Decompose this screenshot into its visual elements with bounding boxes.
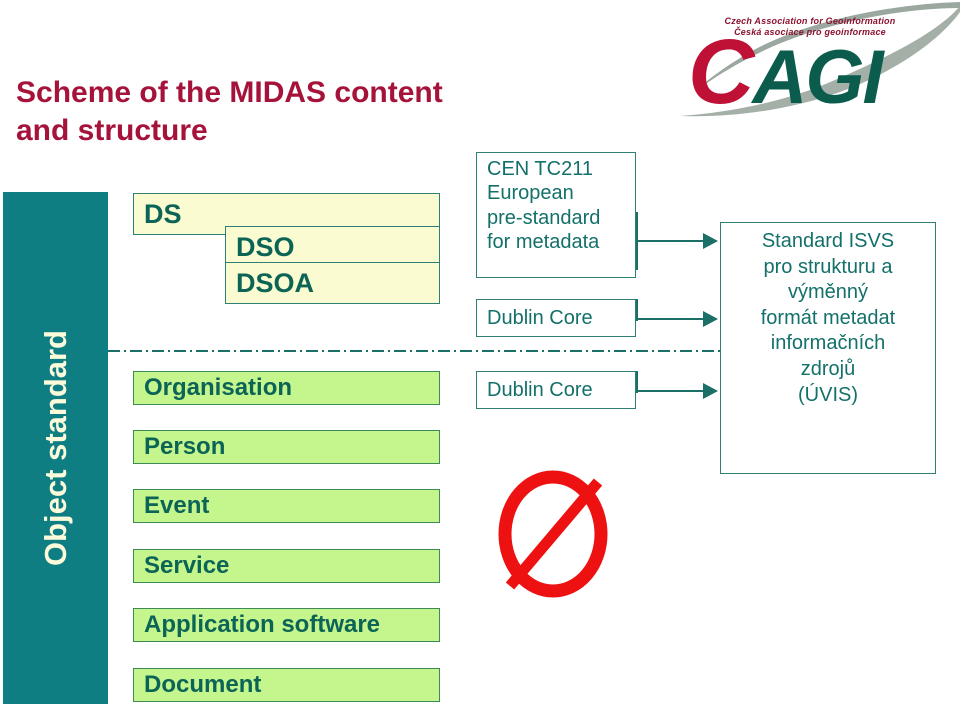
logo-wordmark: CAGI (688, 26, 884, 120)
target-box-line6: zdrojů (800, 357, 856, 380)
connector-arrowhead-2 (703, 311, 718, 327)
connector-arrowhead-1 (703, 233, 718, 249)
object-box-dso-label: DSO (236, 231, 295, 262)
object-box-dsoa-label: DSOA (236, 267, 315, 298)
object-box-application-software[interactable]: Application software (133, 608, 440, 642)
object-box-document-label: Document (144, 671, 262, 698)
object-box-person[interactable]: Person (133, 430, 440, 464)
target-box-line5: informačních (770, 332, 886, 355)
target-box-line4: formát metadat (760, 306, 896, 329)
object-box-document[interactable]: Document (133, 668, 440, 702)
target-box-line1: Standard ISVS (761, 230, 895, 252)
standard-box-cen-tc211-line1: CEN TC211 (487, 158, 593, 180)
object-box-organisation[interactable]: Organisation (133, 371, 440, 405)
connector-line-2 (636, 318, 704, 320)
target-box-line7: (ÚVIS) (798, 383, 858, 406)
standard-box-dublin-core-lower[interactable]: Dublin Core (476, 371, 636, 409)
object-box-service[interactable]: Service (133, 549, 440, 583)
target-box-line3: výměnný (787, 281, 869, 304)
object-box-organisation-label: Organisation (144, 374, 293, 401)
standard-box-cen-tc211-line2: European (487, 182, 574, 205)
connector-line-1 (636, 240, 704, 242)
page-title-line1: Scheme of the MIDAS content (16, 76, 443, 109)
standard-box-dublin-core-upper-label: Dublin Core (487, 307, 593, 329)
standard-box-cen-tc211-line4: for metadata (487, 231, 600, 254)
standard-box-cen-tc211[interactable]: CEN TC211 European pre-standard for meta… (476, 152, 636, 278)
object-box-event[interactable]: Event (133, 489, 440, 523)
standard-box-dublin-core-lower-label: Dublin Core (487, 379, 593, 401)
page-title: Scheme of the MIDAS content and structur… (16, 74, 576, 150)
empty-set-icon (498, 470, 608, 598)
logo-letters-agi: AGI (752, 35, 883, 120)
object-box-event-label: Event (144, 492, 210, 519)
object-standard-band: Object standard (3, 192, 108, 704)
connector-arrowhead-3 (703, 383, 718, 399)
object-standard-band-label: Object standard (37, 330, 73, 566)
object-box-person-label: Person (144, 433, 226, 460)
page-title-line2: and structure (16, 113, 208, 147)
cagi-logo: Czech Association for Geoinformation Čes… (640, 0, 960, 130)
object-box-application-software-label: Application software (144, 611, 381, 638)
object-box-service-label: Service (144, 552, 230, 579)
target-box-standard-isvs[interactable]: Standard ISVS pro strukturu a výměnný fo… (720, 222, 936, 474)
object-box-dsoa[interactable]: DSOA (225, 262, 440, 304)
target-box-line2: pro strukturu a (763, 255, 893, 278)
standard-box-cen-tc211-line3: pre-standard (487, 206, 601, 229)
logo-letter-c: C (688, 21, 754, 123)
connector-line-3 (636, 390, 704, 392)
object-box-ds-label: DS (144, 198, 182, 229)
standard-box-dublin-core-upper[interactable]: Dublin Core (476, 299, 636, 337)
